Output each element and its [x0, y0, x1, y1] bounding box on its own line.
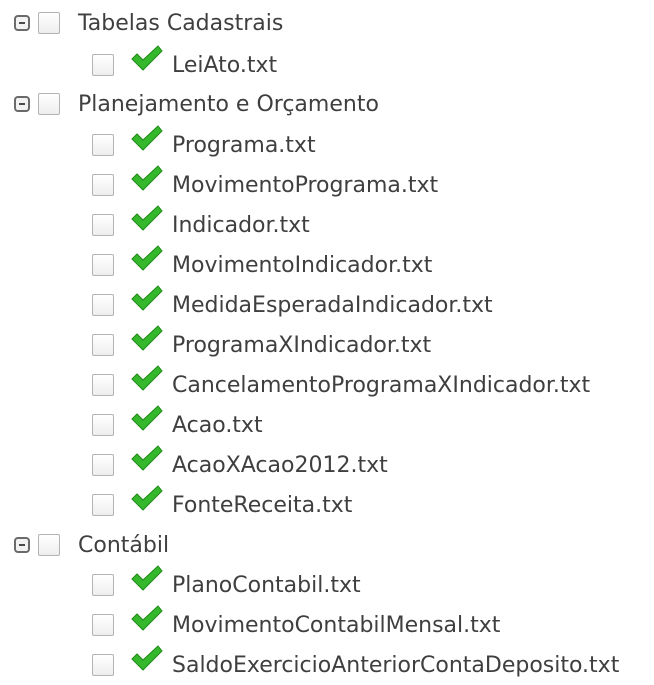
file-label: Acao.txt	[172, 412, 263, 438]
green-checkmark-icon	[131, 565, 163, 591]
green-checkmark-icon	[131, 45, 163, 71]
tree-file-row: PlanoContabil.txt	[92, 565, 361, 605]
file-label: MovimentoIndicador.txt	[172, 252, 433, 278]
tree-file-row: SaldoExercicioAnteriorContaDeposito.txt	[92, 645, 619, 685]
group-checkbox[interactable]	[38, 534, 60, 556]
tree-file-row: Programa.txt	[92, 125, 316, 165]
tree-group: Planejamento e Orçamento	[14, 84, 379, 124]
group-checkbox[interactable]	[38, 93, 60, 115]
tree-group: Tabelas Cadastrais	[14, 3, 283, 43]
tree-file-row: Acao.txt	[92, 405, 263, 445]
file-checkbox[interactable]	[92, 374, 114, 396]
group-checkbox[interactable]	[38, 12, 60, 34]
tree-file-row: ProgramaXIndicador.txt	[92, 325, 431, 365]
tree-file-row: AcaoXAcao2012.txt	[92, 445, 388, 485]
tree-file-row: MovimentoIndicador.txt	[92, 245, 432, 285]
file-label: ProgramaXIndicador.txt	[172, 332, 432, 358]
file-label: MovimentoContabilMensal.txt	[172, 612, 501, 638]
green-checkmark-icon	[131, 445, 163, 471]
tree-file-row: Indicador.txt	[92, 205, 310, 245]
file-checkbox[interactable]	[92, 334, 114, 356]
green-checkmark-icon	[131, 165, 163, 191]
file-label: Programa.txt	[172, 132, 316, 158]
green-checkmark-icon	[131, 405, 163, 431]
group-label: Planejamento e Orçamento	[78, 91, 379, 117]
file-checkbox[interactable]	[92, 214, 114, 236]
file-checkbox[interactable]	[92, 294, 114, 316]
tree-file-row: MovimentoPrograma.txt	[92, 165, 438, 205]
green-checkmark-icon	[131, 245, 163, 271]
tree-file-row: MovimentoContabilMensal.txt	[92, 605, 500, 645]
file-checkbox[interactable]	[92, 614, 114, 636]
file-label: FonteReceita.txt	[172, 492, 353, 518]
tree-file-row: MedidaEsperadaIndicador.txt	[92, 285, 493, 325]
green-checkmark-icon	[131, 325, 163, 351]
file-label: MovimentoPrograma.txt	[172, 172, 439, 198]
file-label: LeiAto.txt	[172, 52, 278, 78]
file-checkbox[interactable]	[92, 454, 114, 476]
file-checkbox[interactable]	[92, 54, 114, 76]
file-label: MedidaEsperadaIndicador.txt	[172, 292, 493, 318]
tree-file-row: CancelamentoProgramaXIndicador.txt	[92, 365, 590, 405]
file-label: Indicador.txt	[172, 212, 310, 238]
tree-file-row: LeiAto.txt	[92, 45, 277, 85]
file-label: CancelamentoProgramaXIndicador.txt	[172, 372, 591, 398]
green-checkmark-icon	[131, 645, 163, 671]
file-checkbox[interactable]	[92, 414, 114, 436]
green-checkmark-icon	[131, 125, 163, 151]
file-checkbox[interactable]	[92, 254, 114, 276]
file-tree: Tabelas Cadastrais LeiAto.txt Planejamen…	[0, 0, 654, 678]
green-checkmark-icon	[131, 485, 163, 511]
collapse-toggle-icon[interactable]	[14, 96, 30, 112]
collapse-toggle-icon[interactable]	[14, 15, 30, 31]
green-checkmark-icon	[131, 205, 163, 231]
file-checkbox[interactable]	[92, 574, 114, 596]
file-label: PlanoContabil.txt	[172, 572, 361, 598]
green-checkmark-icon	[131, 365, 163, 391]
group-label: Contábil	[78, 532, 170, 558]
group-label: Tabelas Cadastrais	[78, 10, 284, 36]
file-checkbox[interactable]	[92, 134, 114, 156]
file-label: SaldoExercicioAnteriorContaDeposito.txt	[172, 652, 620, 678]
tree-group: Contábil	[14, 525, 169, 565]
file-checkbox[interactable]	[92, 654, 114, 676]
file-label: AcaoXAcao2012.txt	[172, 452, 388, 478]
file-checkbox[interactable]	[92, 174, 114, 196]
file-checkbox[interactable]	[92, 494, 114, 516]
green-checkmark-icon	[131, 605, 163, 631]
green-checkmark-icon	[131, 285, 163, 311]
tree-file-row: FonteReceita.txt	[92, 485, 352, 525]
collapse-toggle-icon[interactable]	[14, 537, 30, 553]
